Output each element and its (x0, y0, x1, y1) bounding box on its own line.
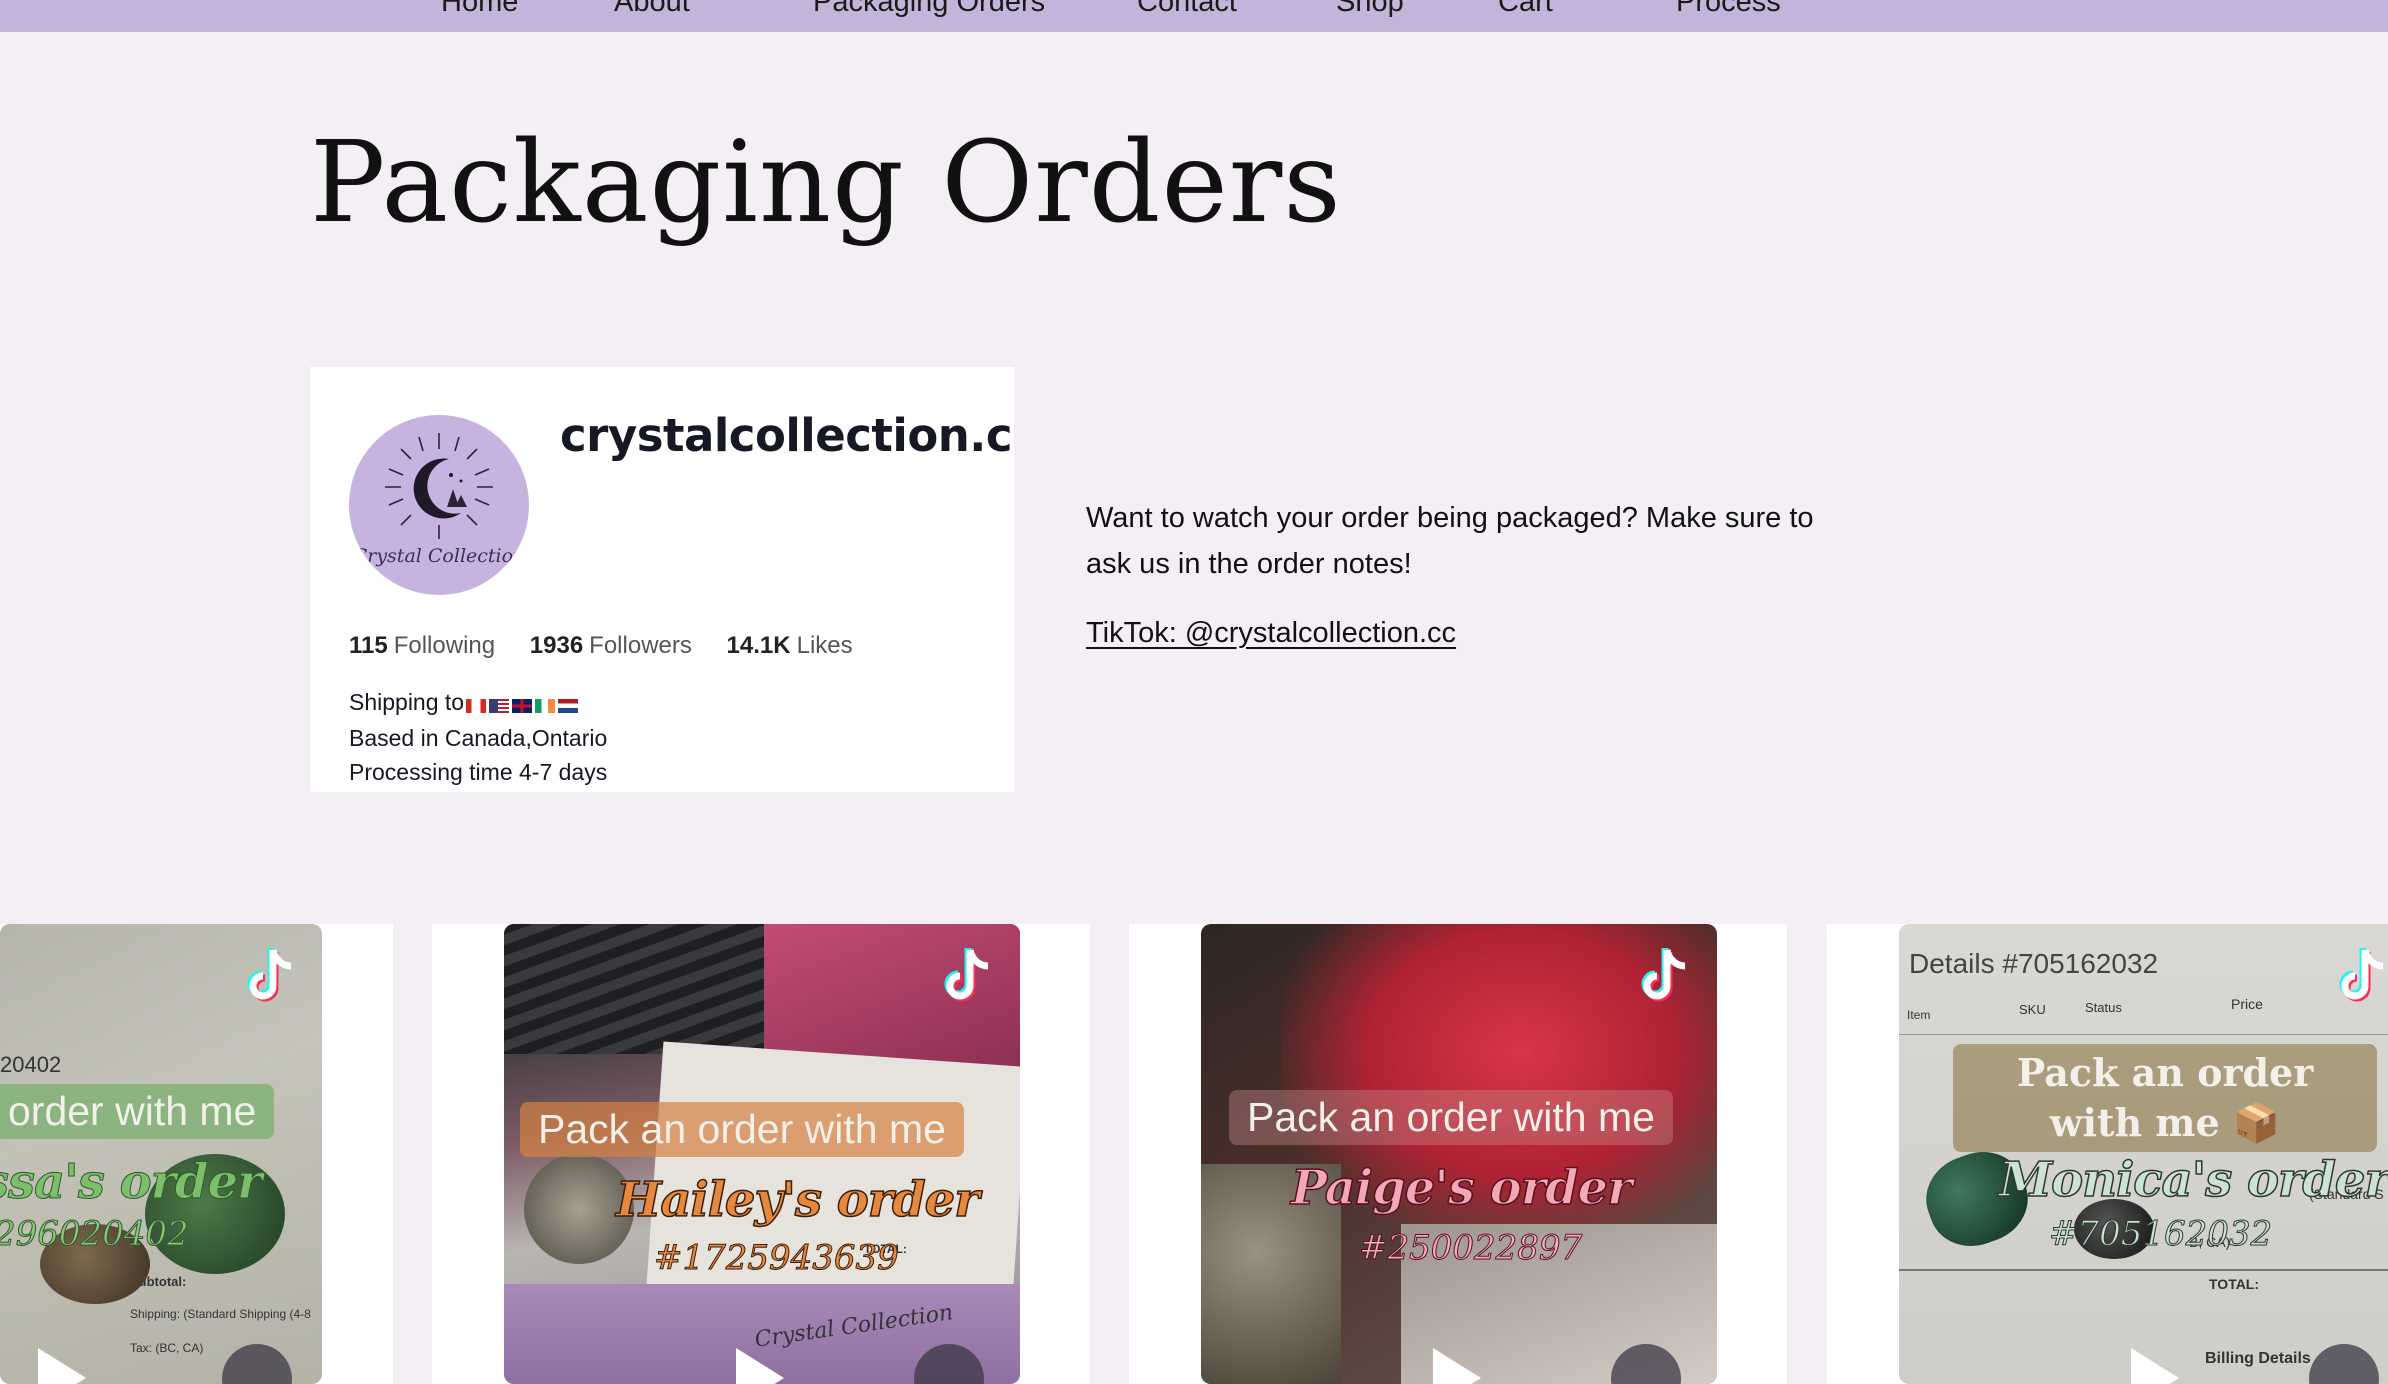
video-overlay-text: Pack an order with me 📦 (1953, 1044, 2377, 1152)
video-order-number: #1725943639 (654, 1238, 900, 1279)
receipt-line: Shipping: (Standard Shipping (4-8 (130, 1307, 311, 1321)
nav-about[interactable]: About (614, 0, 690, 19)
receipt-line: Billing Details (2205, 1350, 2311, 1367)
nav-cart[interactable]: Cart (1498, 0, 1553, 19)
tiktok-profile-card[interactable]: Crystal Collection crystalcollection.cc … (310, 367, 1014, 792)
video-thumbnail[interactable]: Pack an order with me Paige's order #250… (1201, 924, 1717, 1384)
receipt-line: Tax: (BC, CA) (130, 1341, 204, 1355)
sound-icon[interactable] (2309, 1344, 2379, 1384)
bio-shipping-line: Shipping to (349, 685, 607, 721)
following-label: Following (393, 632, 496, 659)
receipt-id: Details #705162032 (1909, 948, 2159, 979)
nav-home[interactable]: Home (441, 0, 518, 19)
video-thumbnail[interactable]: 20402 Subtotal: Shipping: (Standard Ship… (0, 924, 322, 1384)
nav-shop[interactable]: Shop (1336, 0, 1404, 19)
bio-shipping: Shipping to (349, 689, 465, 715)
avatar-brand-text: Crystal Collection (352, 545, 526, 567)
tiktok-icon (944, 948, 989, 1002)
video-thumbnail[interactable]: Details #705162032 Item SKU Status Price… (1899, 924, 2388, 1384)
packaging-description: Want to watch your order being packaged?… (1086, 502, 1814, 580)
video-order-number: #705162032 (2048, 1214, 2273, 1255)
receipt-line: TOTAL: (2209, 1276, 2260, 1292)
video-card[interactable]: Details #705162032 Item SKU Status Price… (1827, 924, 2388, 1384)
likes-stat: 14.1K Likes (727, 632, 853, 659)
video-overlay-text: order with me (0, 1084, 275, 1139)
video-customer-name: Hailey's order (615, 1171, 980, 1229)
tiktok-icon (2339, 948, 2384, 1002)
receipt-line: Price (2231, 996, 2263, 1012)
likes-label: Likes (796, 632, 853, 659)
profile-bio: Shipping to Based in Canada,Ontario Proc… (349, 685, 607, 789)
followers-stat: 1936 Followers (530, 632, 692, 659)
bio-based: Based in Canada,Ontario (349, 724, 608, 751)
profile-username[interactable]: crystalcollection.cc (560, 409, 1014, 462)
play-icon[interactable] (38, 1348, 86, 1384)
page-title: Packaging Orders (310, 118, 1342, 248)
receipt-line: Status (2085, 1000, 2122, 1015)
video-overlay-text: Pack an order with me (1229, 1090, 1673, 1145)
avatar: Crystal Collection (349, 415, 529, 595)
video-customer-name: Monica's order (1998, 1151, 2388, 1209)
video-customer-name: ssa's order (0, 1154, 263, 1211)
ireland-flag-icon (535, 698, 556, 713)
followers-count: 1936 (529, 632, 584, 659)
video-order-number: #250022897 (1358, 1228, 1583, 1269)
following-count: 115 (349, 632, 388, 659)
play-icon[interactable] (2131, 1348, 2179, 1384)
video-customer-name: Paige's order (1290, 1159, 1633, 1217)
receipt-id: 20402 (0, 1052, 62, 1077)
play-icon[interactable] (736, 1348, 784, 1384)
video-card[interactable]: Pack an order with me Paige's order #250… (1129, 924, 1787, 1384)
tiktok-icon (247, 948, 292, 1002)
tiktok-link[interactable]: TikTok: @crystalcollection.cc (1086, 617, 1456, 650)
likes-count: 14.1K (726, 632, 791, 659)
profile-stats: 115 Following 1936 Followers 14.1K Likes (349, 632, 881, 660)
video-overlay-text: Pack an order with me (520, 1102, 964, 1157)
bio-processing: Processing time 4-7 days (349, 758, 608, 785)
video-order-number: 296020402 (0, 1214, 189, 1255)
netherlands-flag-icon (558, 698, 579, 713)
video-card[interactable]: 20402 Subtotal: Shipping: (Standard Ship… (0, 924, 393, 1384)
receipt-line: Item (1907, 1008, 1931, 1022)
play-icon[interactable] (1433, 1348, 1481, 1384)
canada-flag-icon (466, 698, 487, 713)
tiktok-icon (1641, 948, 1686, 1002)
moon-logo-icon (385, 433, 493, 539)
nav-contact[interactable]: Contact (1137, 0, 1237, 19)
shipping-flags (466, 687, 581, 721)
followers-label: Followers (589, 632, 692, 659)
nav-process[interactable]: Process (1676, 0, 1781, 19)
nav-packaging-orders[interactable]: Packaging Orders (813, 0, 1045, 19)
video-thumbnail[interactable]: TOTAL: Crystal Collection Pack an order … (504, 924, 1020, 1384)
receipt-line: SKU (2019, 1002, 2046, 1017)
usa-flag-icon (489, 698, 510, 713)
video-card[interactable]: TOTAL: Crystal Collection Pack an order … (432, 924, 1090, 1384)
top-navigation: Home About Packaging Orders Contact Shop… (0, 0, 2388, 32)
following-stat: 115 Following (349, 632, 495, 659)
uk-flag-icon (512, 698, 533, 713)
